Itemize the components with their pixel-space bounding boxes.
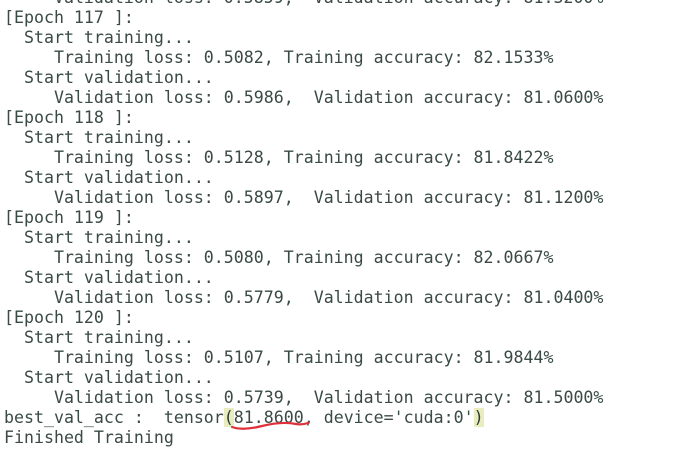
training-result-line: Training loss: 0.5082, Training accuracy… [4, 48, 554, 67]
log-line: Start training... [4, 228, 194, 247]
finished-training-line: Finished Training [4, 428, 174, 447]
epoch-header: [Epoch 117 ]: [4, 8, 134, 27]
best-val-acc-prefix: best_val_acc : tensor [4, 408, 224, 427]
terminal-output: Validation loss: 0.5859, Validation accu… [0, 0, 698, 460]
log-line: Start training... [4, 28, 194, 47]
log-line: Start validation... [4, 268, 214, 287]
terminal-lines: Validation loss: 0.5859, Validation accu… [4, 0, 698, 448]
log-line: Start validation... [4, 368, 214, 387]
validation-result-line: Validation loss: 0.5739, Validation accu… [4, 388, 604, 407]
training-result-line: Training loss: 0.5128, Training accuracy… [4, 148, 554, 167]
log-line: Start validation... [4, 168, 214, 187]
log-line: Validation loss: 0.5859, Validation accu… [4, 0, 698, 8]
training-result-line: Training loss: 0.5080, Training accuracy… [4, 248, 554, 267]
open-paren-highlight: ( [223, 408, 234, 427]
epoch-header: [Epoch 118 ]: [4, 108, 134, 127]
epoch-header: [Epoch 119 ]: [4, 208, 134, 227]
best-val-acc-line: best_val_acc : tensor(81.8600, device='c… [4, 408, 698, 428]
validation-result-line: Validation loss: 0.5897, Validation accu… [4, 188, 604, 207]
log-line: Start training... [4, 128, 194, 147]
training-result-line: Training loss: 0.5107, Training accuracy… [4, 348, 554, 367]
validation-result-line: Validation loss: 0.5779, Validation accu… [4, 288, 604, 307]
validation-result-line: Validation loss: 0.5986, Validation accu… [4, 88, 604, 107]
best-val-acc-value: 81.8600 [233, 408, 304, 427]
log-line: Start validation... [4, 68, 214, 87]
best-val-acc-suffix: , device='cuda:0' [303, 408, 474, 427]
epoch-header: [Epoch 120 ]: [4, 308, 134, 327]
close-paren-highlight: ) [473, 408, 484, 427]
log-line: Start training... [4, 328, 194, 347]
